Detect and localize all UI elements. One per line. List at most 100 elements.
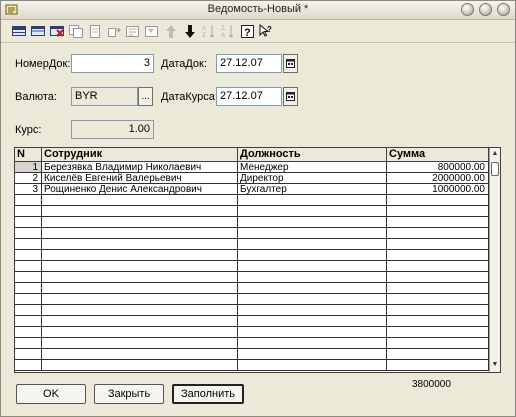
empty-cell[interactable] (15, 228, 42, 239)
empty-cell[interactable] (387, 250, 489, 261)
empty-cell[interactable] (387, 327, 489, 338)
empty-cell[interactable] (42, 228, 238, 239)
vertical-scrollbar[interactable]: ▲ ▼ (489, 148, 500, 372)
empty-table-row[interactable] (15, 360, 489, 371)
empty-cell[interactable] (15, 272, 42, 283)
empty-table-row[interactable] (15, 228, 489, 239)
amount-cell[interactable]: 1000000.00 (387, 184, 489, 195)
doc-number-field[interactable]: 3 (71, 54, 154, 73)
employee-cell[interactable]: Киселёв Евгений Валерьевич (42, 173, 238, 184)
empty-cell[interactable] (42, 338, 238, 349)
empty-cell[interactable] (238, 316, 387, 327)
empty-cell[interactable] (238, 206, 387, 217)
empty-cell[interactable] (238, 228, 387, 239)
empty-cell[interactable] (15, 206, 42, 217)
table-row[interactable]: 3 Рощиненко Денис Александрович Бухгалте… (15, 184, 489, 195)
empty-cell[interactable] (238, 239, 387, 250)
doc-date-field[interactable]: 27.12.07 (216, 54, 282, 73)
employee-cell[interactable]: Березявка Владимир Николаевич (42, 162, 238, 173)
new-folder-icon[interactable] (87, 23, 103, 39)
empty-cell[interactable] (387, 228, 489, 239)
what-is-this-icon[interactable]: ? (258, 23, 274, 39)
empty-cell[interactable] (387, 261, 489, 272)
empty-cell[interactable] (42, 206, 238, 217)
empty-cell[interactable] (15, 349, 42, 360)
empty-table-row[interactable] (15, 261, 489, 272)
rate-field[interactable]: 1.00 (71, 120, 154, 139)
empty-table-row[interactable] (15, 272, 489, 283)
empty-table-row[interactable] (15, 195, 489, 206)
empty-cell[interactable] (42, 217, 238, 228)
hierarchy-icon[interactable] (125, 23, 141, 39)
column-header-employee[interactable]: Сотрудник (42, 148, 238, 162)
amount-cell[interactable]: 800000.00 (387, 162, 489, 173)
empty-cell[interactable] (238, 327, 387, 338)
close-dialog-button[interactable]: Закрыть (94, 384, 164, 404)
empty-cell[interactable] (15, 327, 42, 338)
doc-date-calendar-button[interactable] (283, 54, 298, 73)
move-to-folder-icon[interactable] (106, 23, 122, 39)
empty-cell[interactable] (15, 360, 42, 371)
empty-cell[interactable] (42, 316, 238, 327)
empty-cell[interactable] (42, 195, 238, 206)
help-icon[interactable]: ? (239, 23, 255, 39)
column-header-n[interactable]: N (15, 148, 42, 162)
empty-cell[interactable] (15, 338, 42, 349)
employees-table[interactable]: N Сотрудник Должность Сумма 1 Березявка … (14, 147, 501, 373)
empty-cell[interactable] (238, 272, 387, 283)
position-cell[interactable]: Директор (238, 173, 387, 184)
empty-table-row[interactable] (15, 250, 489, 261)
edit-row-icon[interactable] (30, 23, 46, 39)
currency-field[interactable]: BYR (71, 87, 138, 106)
empty-cell[interactable] (15, 294, 42, 305)
maximize-button[interactable] (479, 3, 492, 16)
column-header-amount[interactable]: Сумма (387, 148, 489, 162)
empty-table-row[interactable] (15, 327, 489, 338)
empty-cell[interactable] (42, 305, 238, 316)
empty-cell[interactable] (387, 195, 489, 206)
position-cell[interactable]: Менеджер (238, 162, 387, 173)
rate-date-calendar-button[interactable] (283, 87, 298, 106)
empty-cell[interactable] (15, 239, 42, 250)
position-cell[interactable]: Бухгалтер (238, 184, 387, 195)
empty-table-row[interactable] (15, 294, 489, 305)
empty-cell[interactable] (15, 261, 42, 272)
add-row-icon[interactable] (11, 23, 27, 39)
rate-date-field[interactable]: 27.12.07 (216, 87, 282, 106)
column-header-position[interactable]: Должность (238, 148, 387, 162)
scroll-thumb[interactable] (491, 162, 499, 176)
empty-cell[interactable] (15, 195, 42, 206)
empty-cell[interactable] (387, 349, 489, 360)
empty-cell[interactable] (387, 294, 489, 305)
empty-cell[interactable] (387, 272, 489, 283)
empty-cell[interactable] (387, 239, 489, 250)
empty-cell[interactable] (15, 217, 42, 228)
empty-cell[interactable] (15, 316, 42, 327)
scroll-up-icon[interactable]: ▲ (490, 149, 500, 159)
empty-cell[interactable] (15, 305, 42, 316)
empty-cell[interactable] (238, 261, 387, 272)
empty-cell[interactable] (387, 316, 489, 327)
empty-cell[interactable] (387, 305, 489, 316)
empty-cell[interactable] (15, 283, 42, 294)
copy-row-icon[interactable] (68, 23, 84, 39)
table-row[interactable]: 2 Киселёв Евгений Валерьевич Директор 20… (15, 173, 489, 184)
empty-table-row[interactable] (15, 283, 489, 294)
empty-cell[interactable] (238, 283, 387, 294)
empty-cell[interactable] (42, 261, 238, 272)
empty-cell[interactable] (238, 217, 387, 228)
move-up-icon[interactable] (163, 23, 179, 39)
empty-table-row[interactable] (15, 206, 489, 217)
empty-cell[interactable] (238, 360, 387, 371)
close-button[interactable] (497, 3, 510, 16)
empty-cell[interactable] (238, 250, 387, 261)
empty-cell[interactable] (387, 283, 489, 294)
empty-table-row[interactable] (15, 217, 489, 228)
empty-cell[interactable] (387, 360, 489, 371)
empty-cell[interactable] (42, 250, 238, 261)
employee-cell[interactable]: Рощиненко Денис Александрович (42, 184, 238, 195)
empty-table-row[interactable] (15, 305, 489, 316)
empty-cell[interactable] (387, 206, 489, 217)
empty-table-row[interactable] (15, 349, 489, 360)
empty-cell[interactable] (15, 250, 42, 261)
